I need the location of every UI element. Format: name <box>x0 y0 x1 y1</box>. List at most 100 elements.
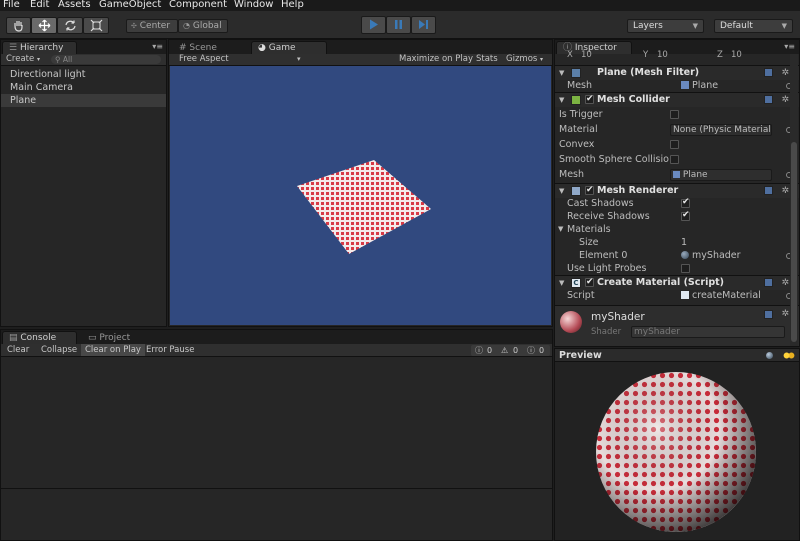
hierarchy-search-input[interactable]: ⚲ All <box>51 55 161 64</box>
preview-lights-icon[interactable] <box>783 352 795 359</box>
tab-hierarchy[interactable]: ☰ Hierarchy <box>2 41 77 54</box>
create-button[interactable]: Create ▾ <box>6 54 40 65</box>
menu-help[interactable]: Help <box>281 0 304 10</box>
tab-scene[interactable]: # Scene <box>172 41 242 54</box>
hand-tool-button[interactable] <box>6 17 31 34</box>
material-preview-sphere[interactable] <box>595 371 757 533</box>
receive-shadows-checkbox[interactable] <box>681 209 690 222</box>
is-trigger-checkbox[interactable] <box>670 110 679 119</box>
pause-button[interactable] <box>386 16 411 34</box>
cast-shadows-checkbox[interactable] <box>681 196 690 209</box>
gizmos-dropdown[interactable]: Gizmos ▾ <box>506 54 543 65</box>
stats-toggle[interactable]: Stats <box>476 54 498 65</box>
error-pause-toggle[interactable]: Error Pause <box>142 344 198 356</box>
shader-dropdown[interactable]: myShader <box>631 326 785 338</box>
panel-menu-icon[interactable]: ▾≡ <box>152 42 163 51</box>
gear-icon[interactable]: ✲ <box>781 309 789 319</box>
element-0-field[interactable]: myShader <box>681 249 741 262</box>
mesh-collider-header[interactable]: ▼ Mesh Collider ✲ <box>555 92 799 107</box>
smooth-sphere-checkbox[interactable] <box>670 155 679 164</box>
script-header[interactable]: ▼ C Create Material (Script) ✲ <box>555 275 799 290</box>
light-probes-checkbox[interactable] <box>681 264 690 273</box>
material-section: myShader Shader myShader ✲ <box>555 305 799 346</box>
help-book-icon[interactable] <box>764 95 773 104</box>
cast-shadows-label: Cast Shadows <box>567 198 634 209</box>
aspect-dropdown[interactable]: Free Aspect <box>179 54 229 65</box>
collider-mesh-value: Plane <box>682 170 708 180</box>
collider-mesh-field[interactable]: Plane <box>670 169 772 181</box>
x-value[interactable]: 10 <box>581 49 592 62</box>
z-value[interactable]: 10 <box>731 49 742 62</box>
collapse-button[interactable]: Collapse <box>37 344 81 356</box>
move-tool-button[interactable] <box>31 17 57 34</box>
menu-edit[interactable]: Edit <box>30 0 49 10</box>
gear-icon[interactable]: ✲ <box>781 66 789 80</box>
is-trigger-label: Is Trigger <box>559 109 603 120</box>
mesh-renderer-header[interactable]: ▼ Mesh Renderer ✲ <box>555 183 799 198</box>
menu-file[interactable]: File <box>3 0 20 10</box>
y-value[interactable]: 10 <box>657 49 668 62</box>
hierarchy-item[interactable]: Main Camera <box>1 81 166 94</box>
mesh-filter-header[interactable]: ▼ Plane (Mesh Filter) ✲ <box>555 65 799 80</box>
rotate-icon <box>64 20 76 31</box>
shader-value: myShader <box>634 327 680 337</box>
mesh-collider-enabled-checkbox[interactable] <box>585 92 594 106</box>
console-divider <box>1 488 552 489</box>
info-icon[interactable]: ⓘ <box>475 345 483 356</box>
menu-window[interactable]: Window <box>234 0 273 10</box>
tab-game[interactable]: ◕ Game <box>251 41 327 54</box>
game-viewport[interactable] <box>170 66 551 325</box>
log-counts: ⓘ 0 ⚠ 0 ⓘ 0 <box>471 345 550 356</box>
tab-project[interactable]: ▭ Project <box>81 331 151 344</box>
tab-console[interactable]: ▤ Console <box>2 331 77 344</box>
script-enabled-checkbox[interactable] <box>585 275 594 289</box>
scrollbar-thumb[interactable] <box>791 142 797 342</box>
menu-component[interactable]: Component <box>169 0 227 10</box>
layers-dropdown[interactable]: Layers ▼ <box>627 19 704 33</box>
list-icon: ☰ <box>9 43 18 53</box>
preview-shape-icon[interactable] <box>766 352 773 359</box>
convex-checkbox[interactable] <box>670 140 679 149</box>
menu-gameobject[interactable]: GameObject <box>99 0 161 10</box>
gear-icon[interactable]: ✲ <box>781 184 789 198</box>
help-book-icon[interactable] <box>764 68 773 77</box>
layout-dropdown[interactable]: Default ▼ <box>714 19 793 33</box>
gizmos-label: Gizmos <box>506 54 538 64</box>
script-field[interactable]: createMaterial <box>681 289 761 302</box>
space-toggle[interactable]: ◔ Global <box>178 19 228 33</box>
hierarchy-item[interactable]: Directional light <box>1 68 166 81</box>
help-book-icon[interactable] <box>764 278 773 287</box>
hierarchy-item-selected[interactable]: Plane <box>1 94 166 107</box>
gear-icon[interactable]: ✲ <box>781 276 789 290</box>
mesh-renderer-enabled-checkbox[interactable] <box>585 183 594 197</box>
game-toolbar: Free Aspect ▾ Maximize on Play Stats Giz… <box>169 54 552 66</box>
warning-icon[interactable]: ⚠ <box>501 345 508 356</box>
expand-icon: ▼ <box>559 69 565 77</box>
expand-icon: ▼ <box>558 225 564 233</box>
help-book-icon[interactable] <box>764 186 773 195</box>
help-book-icon[interactable] <box>764 310 773 319</box>
menu-assets[interactable]: Assets <box>58 0 91 10</box>
step-button[interactable] <box>411 16 436 34</box>
physic-material-field[interactable]: None (Physic Material <box>670 124 772 136</box>
mesh-value-field[interactable]: Plane <box>681 79 718 92</box>
clear-button[interactable]: Clear <box>3 344 33 356</box>
cast-shadows-row: Cast Shadows <box>555 196 799 210</box>
tab-scene-label: Scene <box>189 43 217 53</box>
script-title: Create Material (Script) <box>597 277 725 288</box>
size-value[interactable]: 1 <box>681 236 687 249</box>
inspector-scrollbar[interactable] <box>790 54 798 346</box>
maximize-on-play-toggle[interactable]: Maximize on Play <box>399 54 473 65</box>
error-icon[interactable]: ⓘ <box>527 345 535 356</box>
clear-on-play-toggle[interactable]: Clear on Play <box>81 344 145 356</box>
step-icon <box>419 20 428 29</box>
smooth-sphere-label: Smooth Sphere Collisio <box>559 154 669 165</box>
light-probes-label: Use Light Probes <box>567 263 647 274</box>
scale-tool-button[interactable] <box>83 17 109 34</box>
gear-icon[interactable]: ✲ <box>781 93 789 107</box>
play-button[interactable] <box>361 16 386 34</box>
rotate-tool-button[interactable] <box>57 17 83 34</box>
pivot-toggle[interactable]: ✣ Center <box>126 19 178 33</box>
materials-row[interactable]: ▼ Materials <box>555 223 799 236</box>
expand-icon: ▼ <box>559 187 565 195</box>
